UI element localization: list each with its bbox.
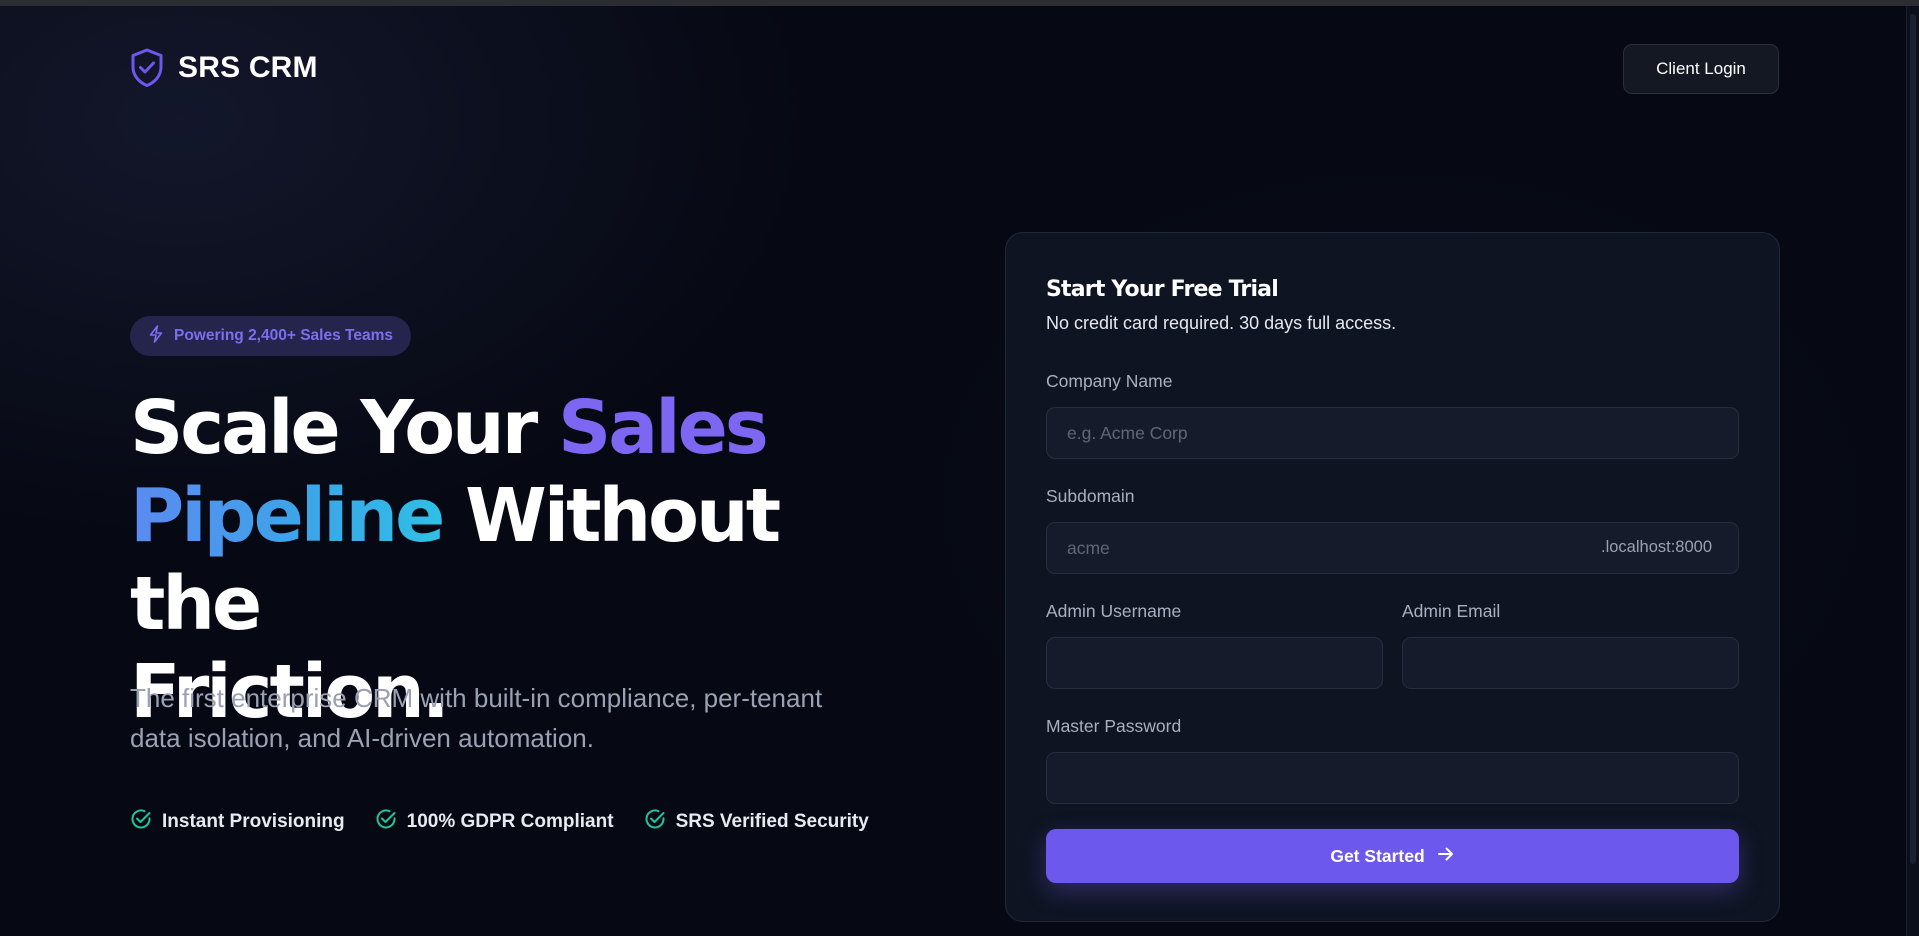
- master-password-label: Master Password: [1046, 716, 1182, 736]
- client-login-button[interactable]: Client Login: [1623, 44, 1779, 94]
- lightning-icon: [148, 324, 164, 348]
- master-password-input[interactable]: [1046, 752, 1739, 804]
- admin-username-label: Admin Username: [1046, 601, 1182, 621]
- signup-subtitle: No credit card required. 30 days full ac…: [1046, 313, 1397, 333]
- brand-name: SRS CRM: [178, 51, 318, 84]
- scrollbar[interactable]: [1906, 6, 1919, 936]
- feature-label: SRS Verified Security: [675, 810, 869, 832]
- admin-email-input[interactable]: [1402, 637, 1739, 689]
- hero-subtext: The first enterprise CRM with built-in c…: [130, 683, 823, 753]
- admin-username-input[interactable]: [1046, 637, 1383, 689]
- browser-top-edge: [0, 0, 1919, 6]
- feature-label: Instant Provisioning: [162, 810, 345, 832]
- headline-highlight-sales: Sales: [557, 385, 769, 471]
- feature-item: Instant Provisioning: [130, 808, 345, 835]
- headline-part1: Scale Your: [130, 385, 558, 471]
- brand[interactable]: SRS CRM: [130, 48, 318, 88]
- signup-card: Start Your Free Trial No credit card req…: [1005, 232, 1780, 922]
- admin-email-label: Admin Email: [1402, 601, 1501, 621]
- company-name-label: Company Name: [1046, 371, 1173, 391]
- subdomain-suffix: .localhost:8000: [1601, 538, 1712, 556]
- feature-list: Instant Provisioning 100% GDPR Compliant…: [130, 808, 869, 835]
- shield-check-icon: [130, 48, 164, 88]
- company-name-input[interactable]: [1046, 407, 1739, 459]
- feature-item: SRS Verified Security: [644, 808, 869, 835]
- headline-highlight-pipeline: Pipeline: [130, 473, 445, 559]
- feature-label: 100% GDPR Compliant: [406, 810, 614, 832]
- hero-badge: Powering 2,400+ Sales Teams: [130, 316, 411, 356]
- landing-page: SRS CRM Client Login Powering 2,400+ Sal…: [0, 0, 1919, 936]
- get-started-label: Get Started: [1330, 845, 1425, 866]
- get-started-button[interactable]: Get Started: [1046, 829, 1739, 883]
- feature-item: 100% GDPR Compliant: [375, 808, 614, 835]
- check-circle-icon: [375, 808, 397, 835]
- signup-title: Start Your Free Trial: [1046, 277, 1279, 302]
- check-circle-icon: [644, 808, 666, 835]
- badge-label: Powering 2,400+ Sales Teams: [174, 327, 393, 344]
- subdomain-label: Subdomain: [1046, 486, 1135, 506]
- arrow-right-icon: [1437, 846, 1455, 867]
- scrollbar-thumb[interactable]: [1910, 14, 1916, 864]
- check-circle-icon: [130, 808, 152, 835]
